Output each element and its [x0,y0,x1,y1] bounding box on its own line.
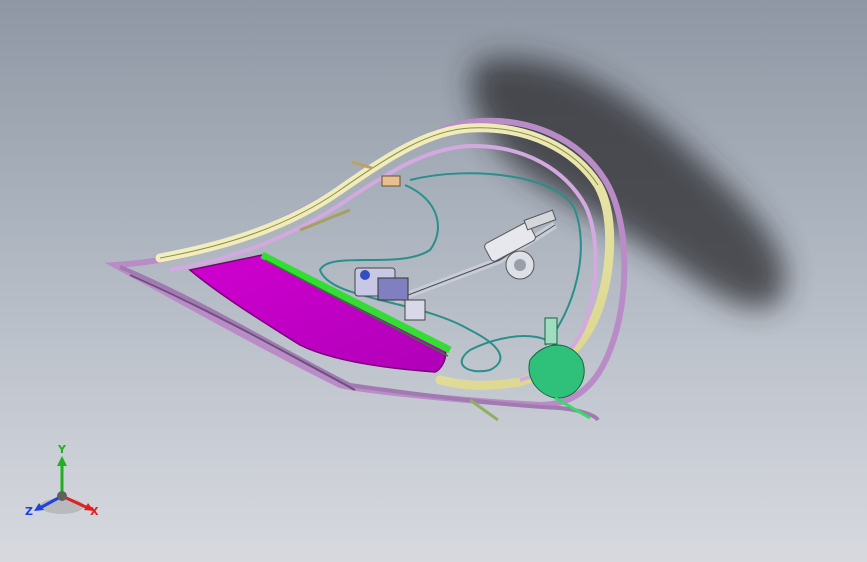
triad-x-label: X [90,505,99,518]
triad-z-label: Z [25,505,33,518]
model-canvas[interactable] [0,0,867,562]
mirror-bracket [381,175,401,187]
cad-viewport[interactable]: Y X Z [0,0,867,562]
coordinate-triad-icon: Y X Z [22,444,108,524]
window-motor [484,209,557,280]
triad-y-label: Y [58,443,66,456]
